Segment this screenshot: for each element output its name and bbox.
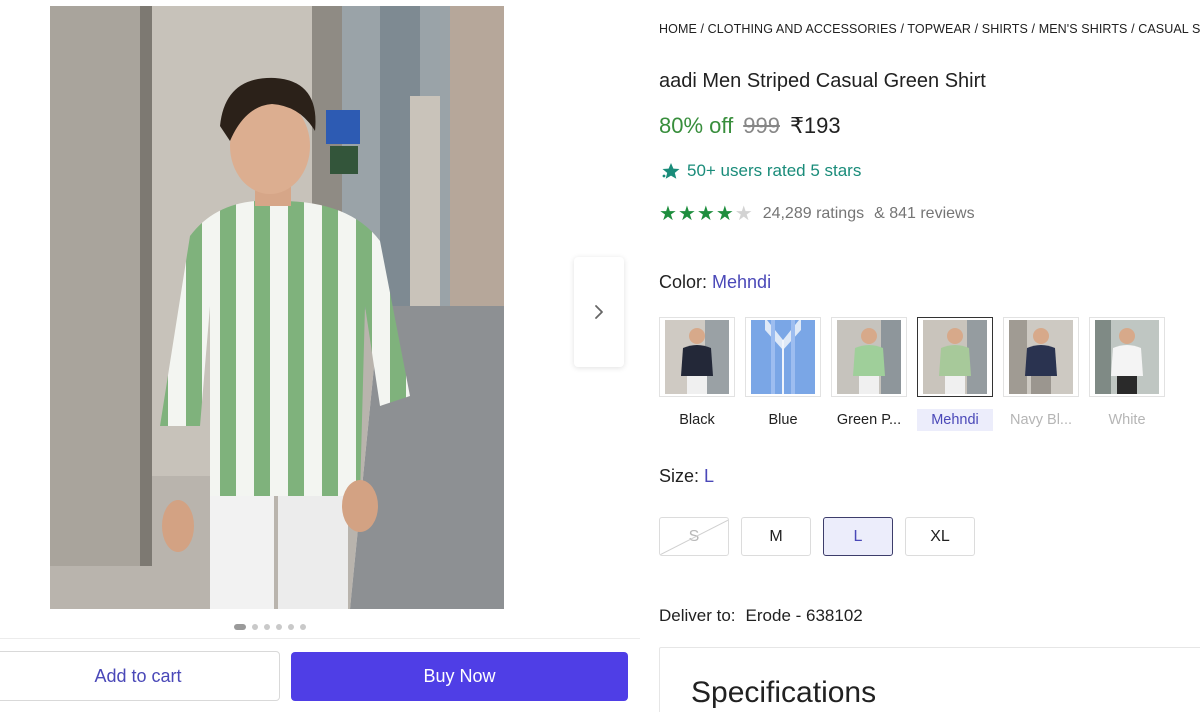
breadcrumb-topwear[interactable]: TOPWEAR <box>907 22 971 36</box>
star-icon: ★ <box>659 203 677 225</box>
star-icon: ★ <box>715 203 734 225</box>
unavailable-strike <box>660 518 728 555</box>
size-option-xl[interactable]: XL <box>905 517 975 556</box>
swatch-thumbnail <box>745 317 821 397</box>
delivery-location[interactable]: Deliver to: Erode - 638102 <box>659 606 863 626</box>
breadcrumb-clothing[interactable]: CLOTHING AND ACCESSORIES <box>708 22 897 36</box>
size-option-l[interactable]: L <box>823 517 893 556</box>
swatch-thumbnail <box>831 317 907 397</box>
product-details: HOME / CLOTHING AND ACCESSORIES / TOPWEA… <box>659 0 1200 712</box>
chevron-right-icon <box>595 305 603 319</box>
size-label-text: Size: <box>659 466 700 486</box>
price-row: 80% off 999 ₹193 <box>659 113 841 139</box>
color-option-label: Green P... <box>836 412 902 428</box>
swatch-thumbnail <box>1089 317 1165 397</box>
deliver-to-location: Erode - 638102 <box>745 606 863 625</box>
image-gallery: Add to cart Buy Now <box>0 0 640 712</box>
deliver-to-label: Deliver to: <box>659 606 736 625</box>
pagination-dot[interactable] <box>264 624 270 630</box>
color-option-black[interactable]: Black <box>659 317 735 431</box>
color-option-label: Navy Bl... <box>1009 412 1073 428</box>
purchase-action-bar: Add to cart Buy Now <box>0 638 640 712</box>
color-label-text: Color: <box>659 272 708 292</box>
size-label: Size: L <box>659 466 714 487</box>
breadcrumb-shirts[interactable]: SHIRTS <box>982 22 1028 36</box>
ratings-row[interactable]: ★ ★ ★ ★ ★ 24,289 ratings & 841 reviews <box>659 204 975 224</box>
color-option-white[interactable]: White <box>1089 317 1165 431</box>
specifications-title: Specifications <box>691 676 877 709</box>
sparkle-star-icon <box>662 163 680 179</box>
size-option-s[interactable]: S <box>659 517 729 556</box>
pagination-dot[interactable] <box>276 624 282 630</box>
color-label: Color: Mehndi <box>659 272 771 293</box>
discount-percent: 80% off <box>659 113 734 138</box>
rated-badge: 50+ users rated 5 stars <box>661 161 861 181</box>
product-image[interactable] <box>50 6 504 609</box>
image-pagination-dots <box>234 624 306 630</box>
color-swatches: Black Blue Green P... Mehndi Navy Bl... <box>659 317 1165 431</box>
color-option-label: White <box>1108 412 1146 428</box>
pagination-dot[interactable] <box>252 624 258 630</box>
color-option-blue[interactable]: Blue <box>745 317 821 431</box>
ratings-count: 24,289 ratings <box>762 205 865 222</box>
breadcrumb-casual-shirts[interactable]: CASUAL SHIRTS <box>1138 22 1200 36</box>
breadcrumb-home[interactable]: HOME <box>659 22 697 36</box>
reviews-count: & 841 reviews <box>874 205 975 222</box>
breadcrumb: HOME / CLOTHING AND ACCESSORIES / TOPWEA… <box>659 22 1200 36</box>
next-image-button[interactable] <box>574 257 624 367</box>
rated-badge-text: 50+ users rated 5 stars <box>687 161 862 180</box>
pagination-dot[interactable] <box>288 624 294 630</box>
color-option-mehndi[interactable]: Mehndi <box>917 317 993 431</box>
star-rating: ★ ★ ★ ★ ★ <box>659 204 753 224</box>
size-option-label: M <box>769 527 783 545</box>
star-empty-icon: ★ <box>734 203 753 225</box>
selected-size: L <box>704 466 715 486</box>
swatch-thumbnail <box>917 317 993 397</box>
swatch-thumbnail <box>659 317 735 397</box>
breadcrumb-mens-shirts[interactable]: MEN'S SHIRTS <box>1039 22 1128 36</box>
pagination-dot[interactable] <box>234 624 246 630</box>
size-option-label: L <box>853 527 863 545</box>
product-title: aadi Men Striped Casual Green Shirt <box>659 70 986 92</box>
size-option-m[interactable]: M <box>741 517 811 556</box>
add-to-cart-button[interactable]: Add to cart <box>0 651 280 701</box>
buy-now-button[interactable]: Buy Now <box>291 652 628 701</box>
specifications-section: Specifications <box>659 647 1200 712</box>
selected-color: Mehndi <box>712 272 772 292</box>
star-icon: ★ <box>677 203 696 225</box>
color-option-label: Mehndi <box>917 409 993 431</box>
color-option-label: Blue <box>768 412 798 428</box>
size-options: S M L XL <box>659 517 975 556</box>
color-option-navy-bl[interactable]: Navy Bl... <box>1003 317 1079 431</box>
color-option-label: Black <box>679 412 715 428</box>
original-price: 999 <box>743 113 780 138</box>
color-option-green-p[interactable]: Green P... <box>831 317 907 431</box>
pagination-dot[interactable] <box>300 624 306 630</box>
swatch-thumbnail <box>1003 317 1079 397</box>
selling-price: ₹193 <box>789 113 841 138</box>
size-option-label: XL <box>930 527 950 545</box>
star-icon: ★ <box>696 203 715 225</box>
